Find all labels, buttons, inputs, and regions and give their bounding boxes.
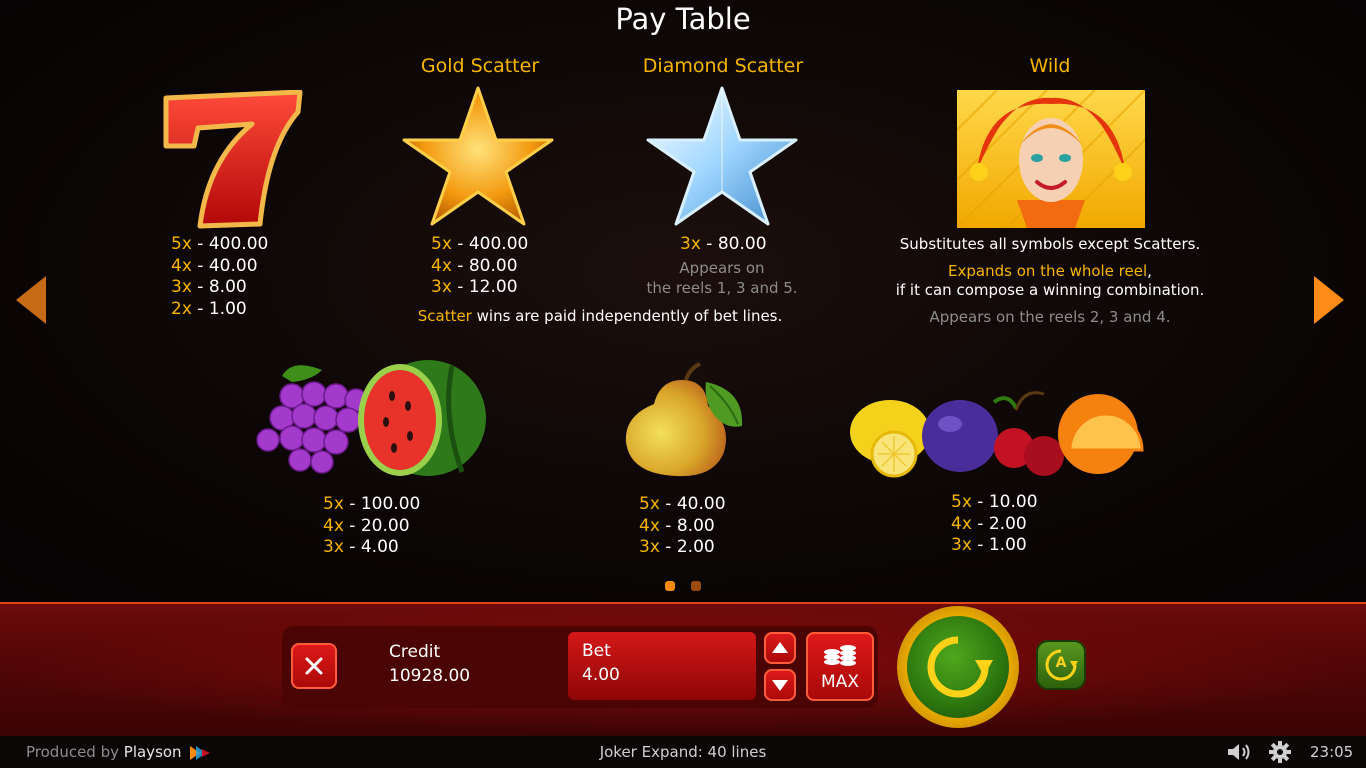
pay-line: 4x - 40.00	[171, 255, 258, 276]
pay-line: 5x - 10.00	[951, 492, 1038, 512]
diamond-scatter-pay-list: 3x - 80.00	[680, 234, 767, 256]
joker-wild-icon	[956, 89, 1146, 229]
pay-line: 5x - 400.00	[171, 234, 269, 254]
credit-label: Credit	[389, 642, 441, 662]
pay-line: 2x - 1.00	[171, 298, 247, 319]
settings-button[interactable]	[1268, 740, 1292, 764]
bet-value: 4.00	[582, 665, 620, 685]
bet-label: Bet	[582, 641, 611, 661]
pay-line: 4x - 20.00	[323, 515, 410, 536]
max-label: MAX	[821, 672, 859, 692]
sound-toggle[interactable]	[1226, 741, 1252, 763]
producer-credit: Produced by Playson	[26, 743, 182, 761]
spin-button[interactable]	[897, 606, 1019, 728]
pay-line: 3x - 4.00	[323, 537, 399, 557]
speaker-icon	[1228, 744, 1250, 760]
close-icon	[305, 657, 323, 675]
next-page-arrow-icon[interactable]	[1314, 276, 1344, 324]
credit-value: 10928.00	[389, 666, 471, 686]
bet-increase-button[interactable]	[764, 632, 796, 664]
pay-line: 4x - 80.00	[431, 255, 518, 276]
diamond-scatter-title: Diamond Scatter	[642, 55, 804, 77]
pear-pay-list: 5x - 40.00 4x - 8.00 3x - 2.00	[639, 494, 726, 559]
pay-line: 3x - 80.00	[680, 234, 767, 254]
pay-line: 5x - 40.00	[639, 494, 726, 514]
pay-line: 3x - 8.00	[171, 277, 247, 297]
pay-line: 5x - 400.00	[431, 234, 529, 254]
gold-scatter-title: Gold Scatter	[420, 55, 540, 77]
grapes-watermelon-icon	[252, 356, 488, 482]
clock: 23:05	[1310, 743, 1354, 761]
page-title: Pay Table	[615, 2, 751, 36]
pay-line: 3x - 12.00	[431, 277, 518, 297]
pay-line: 4x - 8.00	[639, 515, 715, 536]
playson-logo-icon	[190, 745, 212, 760]
bet-decrease-button[interactable]	[764, 669, 796, 701]
page-indicator-dot[interactable]	[691, 581, 701, 591]
pay-line: 4x - 2.00	[951, 513, 1027, 534]
autoplay-letter: A	[1055, 655, 1067, 671]
gear-icon	[1269, 741, 1291, 763]
bet-display: Bet 4.00	[568, 632, 756, 700]
grapes-watermelon-pay-list: 5x - 100.00 4x - 20.00 3x - 4.00	[323, 494, 420, 559]
pay-line: 5x - 100.00	[323, 494, 421, 514]
pay-line: 3x - 2.00	[639, 537, 715, 557]
page-indicator-dot-active[interactable]	[665, 581, 675, 591]
autoplay-button[interactable]: A	[1036, 640, 1086, 690]
coins-icon	[824, 645, 856, 666]
seven-symbol-icon	[160, 89, 304, 230]
spin-arrow-icon	[927, 636, 993, 698]
previous-page-arrow-icon[interactable]	[16, 276, 46, 324]
fruits-pay-list: 5x - 10.00 4x - 2.00 3x - 1.00	[951, 492, 1038, 557]
pay-line: 3x - 1.00	[951, 535, 1027, 555]
wild-description-line: Substitutes all symbols except Scatters.	[899, 235, 1201, 253]
wild-reels-note: Appears on the reels 2, 3 and 4.	[929, 308, 1171, 326]
gold-scatter-pay-list: 5x - 400.00 4x - 80.00 3x - 12.00	[431, 234, 528, 299]
diamond-scatter-note: Appears on the reels 1, 3 and 5.	[646, 259, 798, 297]
lemon-plum-cherry-orange-icon	[848, 388, 1144, 480]
wild-expand-line: Expands on the whole reel,	[948, 262, 1152, 280]
triangle-up-icon	[772, 642, 788, 653]
max-bet-button[interactable]: MAX	[806, 632, 874, 701]
pear-icon	[620, 360, 746, 478]
wild-condition-line: if it can compose a winning combination.	[895, 281, 1205, 299]
diamond-star-icon	[646, 84, 798, 228]
close-button[interactable]	[291, 643, 337, 689]
game-info: Joker Expand: 40 lines	[599, 743, 767, 761]
scatter-rule-note: Scatter wins are paid independently of b…	[417, 307, 783, 325]
gold-star-icon	[402, 84, 554, 228]
wild-title: Wild	[1029, 55, 1071, 77]
seven-pay-list: 5x - 400.00 4x - 40.00 3x - 8.00 2x - 1.…	[171, 234, 268, 320]
triangle-down-icon	[772, 680, 788, 691]
